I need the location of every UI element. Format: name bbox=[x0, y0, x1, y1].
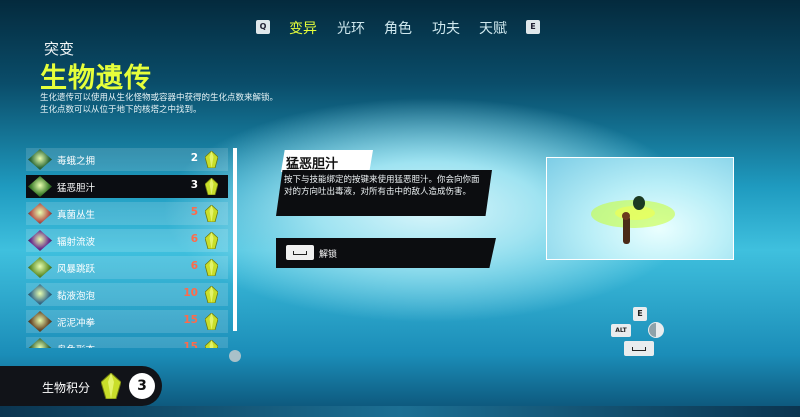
mutation-row[interactable]: 辐射流波 6 bbox=[26, 229, 228, 252]
ability-preview-video bbox=[546, 157, 734, 260]
bio-gem-icon bbox=[205, 259, 218, 276]
mutation-cost: 5 bbox=[190, 206, 198, 218]
mutation-name: 猛恶胆汁 bbox=[57, 183, 96, 194]
mutation-name: 毒蛾之拥 bbox=[57, 156, 96, 167]
mutation-row[interactable]: 毒蛾之拥 2 bbox=[26, 148, 228, 171]
detail-title: 猛恶胆汁 bbox=[286, 157, 339, 172]
bio-gem-icon bbox=[205, 151, 218, 168]
mutation-cost: 3 bbox=[190, 179, 198, 191]
mutation-cost: 15 bbox=[183, 341, 198, 348]
alt-key-icon: ALT bbox=[611, 324, 631, 337]
bio-gem-icon bbox=[205, 313, 218, 330]
preview-scene bbox=[591, 196, 675, 244]
bio-points-value: 3 bbox=[129, 373, 155, 399]
mutation-name: 鸟兔形态 bbox=[57, 342, 95, 348]
mouse-left-click-icon bbox=[648, 322, 664, 338]
mutation-row[interactable]: 风暴跳跃 6 bbox=[26, 256, 228, 279]
mutation-cost: 6 bbox=[190, 260, 198, 272]
bio-gem-icon bbox=[101, 373, 121, 399]
detail-description: 按下与技能绑定的按键来使用猛恶胆汁。你会向你面对的方向吐出毒液，对所有击中的敌人… bbox=[284, 175, 480, 197]
e-key-icon: E bbox=[633, 307, 647, 321]
bio-gem-icon bbox=[205, 232, 218, 249]
player-head bbox=[622, 212, 630, 220]
bottom-decoration bbox=[0, 406, 800, 417]
mud-mutation-icon bbox=[28, 311, 52, 332]
mutation-name: 泥泥冲拳 bbox=[57, 318, 96, 329]
mutation-row[interactable]: 黏液泡泡 10 bbox=[26, 283, 228, 306]
tab-aura[interactable]: 光环 bbox=[337, 18, 365, 38]
scroll-indicator-icon bbox=[229, 350, 241, 362]
bio-points-label: 生物积分 bbox=[42, 381, 91, 395]
mutation-row[interactable]: 泥泥冲拳 15 bbox=[26, 310, 228, 333]
top-navigation: Q 变异 光环 角色 功夫 天赋 E bbox=[0, 18, 800, 40]
mutation-name: 真菌丛生 bbox=[57, 210, 96, 221]
scrollbar-thumb[interactable] bbox=[233, 148, 237, 331]
bird-mutation-icon bbox=[28, 338, 52, 348]
next-tab-key[interactable]: E bbox=[526, 20, 540, 34]
spacebar-key-icon bbox=[286, 245, 314, 260]
radiation-mutation-icon bbox=[28, 230, 52, 251]
bubble-mutation-icon bbox=[28, 284, 52, 305]
mutation-cost: 15 bbox=[183, 314, 198, 326]
fungus-mutation-icon bbox=[28, 203, 52, 224]
tab-character[interactable]: 角色 bbox=[384, 18, 412, 38]
mutation-cost: 6 bbox=[190, 233, 198, 245]
mutation-name: 黏液泡泡 bbox=[57, 291, 96, 302]
mutation-row[interactable]: 真菌丛生 5 bbox=[26, 202, 228, 225]
tab-talent[interactable]: 天赋 bbox=[479, 18, 507, 38]
prev-tab-key[interactable]: Q bbox=[256, 20, 270, 34]
storm-mutation-icon bbox=[28, 257, 52, 278]
tab-kungfu[interactable]: 功夫 bbox=[432, 18, 460, 38]
mutation-list: 毒蛾之拥2猛恶胆汁3真菌丛生5辐射流波6风暴跳跃6黏液泡泡10泥泥冲拳15鸟兔形… bbox=[26, 148, 228, 348]
bile-mutation-icon bbox=[28, 176, 52, 197]
mutation-cost: 2 bbox=[190, 152, 198, 164]
mutation-name: 风暴跳跃 bbox=[57, 264, 96, 275]
unlock-label: 解锁 bbox=[319, 250, 338, 260]
moth-mutation-icon bbox=[28, 149, 52, 170]
player-character bbox=[623, 216, 630, 244]
mutation-cost: 10 bbox=[183, 287, 198, 299]
bio-gem-icon bbox=[205, 178, 218, 195]
page-title: 生物遗传 bbox=[40, 63, 152, 94]
page-description: 生化遗传可以使用从生化怪物或容器中获得的生化点数来解锁。生化点数可以从位于地下的… bbox=[40, 93, 279, 115]
tab-mutation[interactable]: 变异 bbox=[289, 18, 317, 38]
bio-gem-icon bbox=[205, 340, 218, 348]
bio-gem-icon bbox=[205, 286, 218, 303]
spacebar-key-icon bbox=[624, 341, 654, 356]
mutation-name: 辐射流波 bbox=[57, 237, 96, 248]
enemy-silhouette bbox=[633, 196, 645, 210]
mutation-row[interactable]: 鸟兔形态 15 bbox=[26, 337, 228, 348]
bio-gem-icon bbox=[205, 205, 218, 222]
mutation-row[interactable]: 猛恶胆汁 3 bbox=[26, 175, 228, 198]
